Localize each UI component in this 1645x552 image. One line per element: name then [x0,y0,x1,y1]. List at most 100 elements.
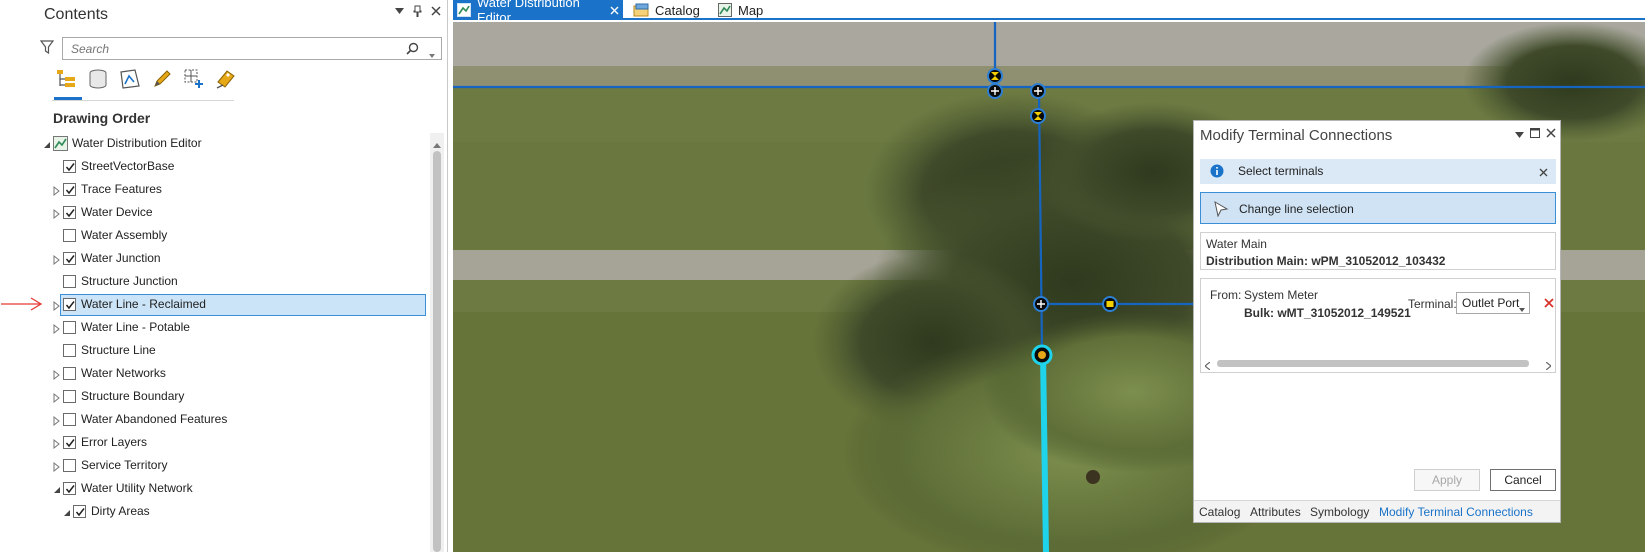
apply-button[interactable]: Apply [1414,469,1480,491]
expand-arrow-icon[interactable] [52,369,62,381]
collapse-arrow-icon[interactable] [52,484,62,494]
drawing-order-heading: Drawing Order [53,110,151,126]
list-by-source-icon[interactable] [86,66,110,92]
tab-catalog[interactable]: Catalog [1199,505,1240,519]
map-icon [457,3,471,17]
layer-visibility-checkbox[interactable] [73,505,86,518]
tab-map[interactable]: Map [714,0,763,20]
layer-visibility-checkbox[interactable] [63,482,76,495]
expand-arrow-icon[interactable] [52,300,62,312]
list-by-editing-icon[interactable] [150,66,174,92]
search-box[interactable] [62,37,442,60]
horizontal-scrollbar[interactable] [1203,356,1553,373]
layer-visibility-checkbox[interactable] [63,459,76,472]
info-icon [1210,164,1224,181]
layer-row[interactable]: Water Line - Reclaimed [38,294,430,316]
layer-row[interactable]: Water Abandoned Features [38,409,430,431]
tab-catalog[interactable]: Catalog [629,0,700,20]
layer-visibility-checkbox[interactable] [63,413,76,426]
layer-row[interactable]: Structure Line [38,340,430,362]
catalog-icon [633,3,649,17]
layer-visibility-checkbox[interactable] [63,436,76,449]
layer-visibility-checkbox[interactable] [63,390,76,403]
layer-name: Water Utility Network [81,481,193,495]
tab-symbology[interactable]: Symbology [1310,505,1369,519]
layer-name: Trace Features [81,182,162,196]
expand-arrow-icon[interactable] [52,323,62,335]
contents-pane: Contents Search Drawing Order Water Dist… [38,0,448,552]
layer-row[interactable]: Water Device [38,202,430,224]
layer-visibility-checkbox[interactable] [63,298,76,311]
search-options-icon[interactable] [429,47,435,61]
layer-row[interactable]: StreetVectorBase [38,156,430,178]
list-by-labeling-icon[interactable] [214,66,238,92]
close-icon[interactable] [431,6,441,16]
expand-arrow-icon[interactable] [52,208,62,220]
change-line-selection-label: Change line selection [1239,202,1354,216]
layer-visibility-checkbox[interactable] [63,367,76,380]
pane-options-icon[interactable] [395,8,404,14]
scroll-left-icon[interactable] [1204,359,1211,373]
layer-row[interactable]: Dirty Areas [38,501,430,523]
layer-visibility-checkbox[interactable] [63,344,76,357]
list-by-selection-icon[interactable] [118,66,142,92]
scroll-up-icon[interactable] [433,137,441,151]
layer-row[interactable]: Water Line - Potable [38,317,430,339]
layer-visibility-checkbox[interactable] [63,321,76,334]
scroll-thumb[interactable] [1217,360,1529,367]
pin-icon[interactable] [413,5,422,17]
layer-row[interactable]: Error Layers [38,432,430,454]
filter-icon[interactable] [39,40,55,57]
dock-tabs: Catalog Attributes Symbology Modify Term… [1194,500,1560,522]
scroll-thumb[interactable] [433,151,441,552]
layer-visibility-checkbox[interactable] [63,183,76,196]
layer-row[interactable]: Water Distribution Editor [38,133,430,155]
tab-attributes[interactable]: Attributes [1250,505,1301,519]
scroll-right-icon[interactable] [1545,359,1552,373]
layer-row[interactable]: Structure Boundary [38,386,430,408]
change-line-selection-button[interactable]: Change line selection [1200,192,1556,224]
contents-scrollbar[interactable] [430,133,444,552]
layer-name: Water Networks [81,366,166,380]
expand-arrow-icon[interactable] [52,392,62,404]
layer-visibility-checkbox[interactable] [63,229,76,242]
close-tab-icon[interactable] [610,6,619,15]
collapse-arrow-icon[interactable] [62,507,72,517]
tab-modify-terminal-connections[interactable]: Modify Terminal Connections [1379,505,1533,519]
valve-icon [1030,108,1046,124]
expand-arrow-icon[interactable] [52,438,62,450]
layer-visibility-checkbox[interactable] [63,275,76,288]
list-by-snapping-icon[interactable] [182,66,206,92]
layer-name: Structure Line [81,343,156,357]
search-input[interactable] [69,38,399,59]
layer-row[interactable]: Water Assembly [38,225,430,247]
close-icon[interactable] [1546,127,1556,141]
expand-arrow-icon[interactable] [52,185,62,197]
layer-visibility-checkbox[interactable] [63,160,76,173]
layer-row[interactable]: Water Utility Network [38,478,430,500]
expand-arrow-icon[interactable] [52,415,62,427]
delete-connection-icon[interactable] [1544,297,1554,311]
cancel-button[interactable]: Cancel [1490,469,1556,491]
layer-row[interactable]: Trace Features [38,179,430,201]
layer-row[interactable]: Water Networks [38,363,430,385]
search-icon[interactable] [406,42,419,58]
list-by-drawing-order-icon[interactable] [54,66,78,92]
maximize-icon[interactable] [1530,127,1540,141]
layer-row[interactable]: Service Territory [38,455,430,477]
tab-water-distribution-editor[interactable]: Water Distribution Editor [453,0,623,25]
dismiss-info-icon[interactable] [1539,166,1548,180]
layer-row[interactable]: Water Junction [38,248,430,270]
from-device-type: System Meter [1244,288,1319,302]
pane-options-icon[interactable] [1515,127,1524,141]
layer-name: Water Line - Potable [81,320,190,334]
map-icon [53,136,68,154]
layer-row[interactable]: Structure Junction [38,271,430,293]
expand-arrow-icon[interactable] [52,254,62,266]
expand-arrow-icon[interactable] [52,461,62,473]
collapse-arrow-icon[interactable] [42,139,52,149]
terminal-dropdown[interactable]: Outlet Port [1456,292,1530,314]
layer-visibility-checkbox[interactable] [63,206,76,219]
layer-visibility-checkbox[interactable] [63,252,76,265]
contents-pane-controls [395,5,441,17]
